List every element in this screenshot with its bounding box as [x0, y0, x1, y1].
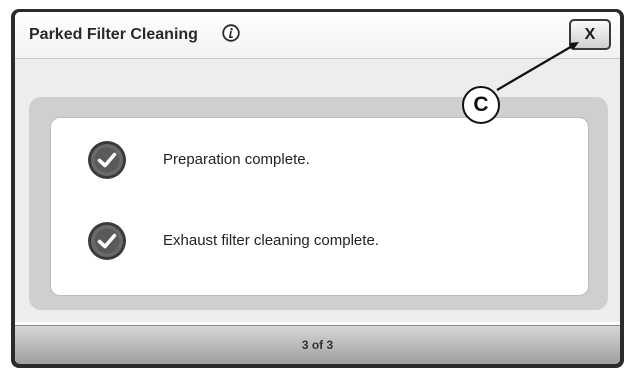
callout-label: C — [462, 86, 500, 124]
callout-leader-line — [496, 42, 579, 91]
